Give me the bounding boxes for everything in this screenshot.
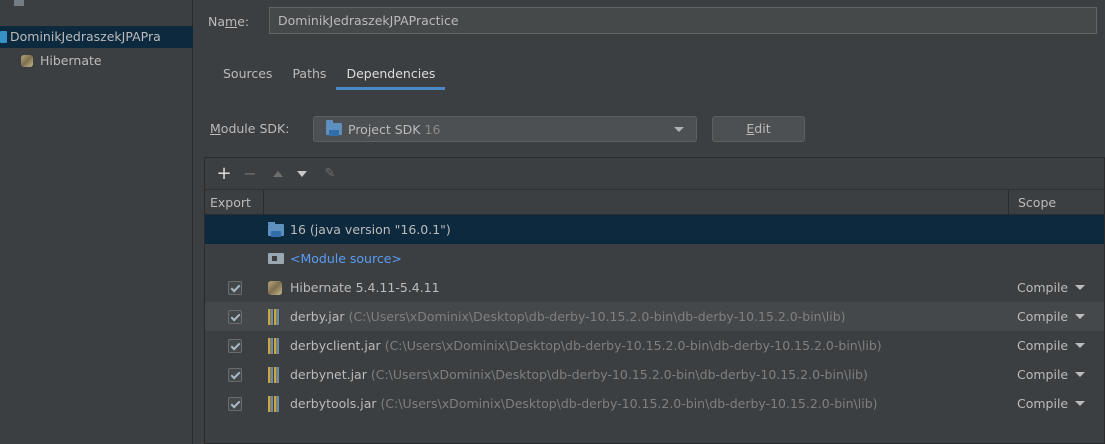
module-icon (0, 31, 7, 43)
scope-value: Compile (1017, 280, 1069, 295)
move-down-icon[interactable] (297, 170, 307, 177)
tree-item-module-label: DominikJedraszekJPAPra (10, 29, 161, 44)
jar-icon (268, 366, 280, 383)
dependency-name: derbynet.jar (290, 367, 367, 382)
dependency-path: (C:\Users\xDominix\Desktop\db-derby-10.1… (370, 367, 868, 382)
table-row[interactable]: derbyclient.jar (C:\Users\xDominix\Deskt… (205, 331, 1104, 360)
dependency-name: derbyclient.jar (290, 338, 381, 353)
chevron-down-icon (1075, 343, 1086, 348)
export-cell (205, 309, 264, 324)
scope-value: Compile (1017, 367, 1069, 382)
hibernate-icon (268, 280, 282, 295)
export-cell (205, 280, 264, 295)
move-up-icon[interactable] (273, 170, 283, 177)
table-row[interactable]: derbytools.jar (C:\Users\xDominix\Deskto… (205, 389, 1104, 418)
scope-dropdown[interactable]: Compile (1008, 367, 1104, 382)
dependency-name: Hibernate 5.4.11-5.4.11 (290, 280, 440, 295)
jar-icon (268, 337, 280, 354)
table-header: Export Scope (205, 190, 1104, 215)
dependency-name-cell: derbytools.jar (C:\Users\xDominix\Deskto… (264, 395, 1008, 412)
tab-sources[interactable]: Sources (213, 62, 282, 90)
export-checkbox[interactable] (227, 280, 242, 295)
sdk-folder-icon (326, 120, 342, 136)
export-checkbox[interactable] (227, 396, 242, 411)
tree-item-module[interactable]: DominikJedraszekJPAPra (0, 26, 193, 48)
scope-dropdown[interactable]: Compile (1008, 396, 1104, 411)
scope-value: Compile (1017, 338, 1069, 353)
module-source-icon (268, 253, 284, 264)
scope-value: Compile (1017, 309, 1069, 324)
table-row[interactable]: derbynet.jar (C:\Users\xDominix\Desktop\… (205, 360, 1104, 389)
dependency-name-cell: Hibernate 5.4.11-5.4.11 (264, 280, 1008, 295)
module-sdk-select[interactable]: Project SDK 16 (313, 116, 697, 142)
dependency-name: <Module source> (290, 251, 402, 266)
table-row[interactable]: derby.jar (C:\Users\xDominix\Desktop\db-… (205, 302, 1104, 331)
dependency-name-cell: 16 (java version "16.0.1") (264, 222, 1008, 237)
header-export[interactable]: Export (205, 190, 264, 214)
chevron-down-icon (1075, 372, 1086, 377)
tab-paths[interactable]: Paths (282, 62, 336, 90)
tree-top-node-icon (14, 0, 24, 6)
scope-value: Compile (1017, 396, 1069, 411)
dependency-name-cell: derbynet.jar (C:\Users\xDominix\Desktop\… (264, 366, 1008, 383)
dependency-path: (C:\Users\xDominix\Desktop\db-derby-10.1… (348, 309, 846, 324)
sdk-selected-name: Project SDK (348, 121, 421, 137)
module-tabs: Sources Paths Dependencies (213, 62, 446, 90)
header-scope[interactable]: Scope (1008, 190, 1104, 214)
module-sdk-row: Module SDK: (210, 113, 289, 143)
chevron-down-icon (1075, 401, 1086, 406)
export-checkbox[interactable] (227, 309, 242, 324)
module-settings-panel: Name: DominikJedraszekJPAPractice Source… (193, 0, 1105, 444)
dependency-name: derby.jar (290, 309, 345, 324)
header-name (264, 190, 1008, 214)
sdk-selected-version: 16 (424, 121, 441, 137)
export-cell (205, 367, 264, 382)
edit-pencil-icon[interactable]: ✎ (319, 163, 341, 185)
scope-dropdown[interactable]: Compile (1008, 309, 1104, 324)
dependencies-table: + − ✎ Export Scope 16 (java version "16.… (204, 157, 1105, 444)
jar-icon (268, 308, 280, 325)
dependency-path: (C:\Users\xDominix\Desktop\db-derby-10.1… (380, 396, 878, 411)
dependency-name: derbytools.jar (290, 396, 377, 411)
name-label: Name: (208, 13, 250, 29)
dependency-path: (C:\Users\xDominix\Desktop\db-derby-10.1… (384, 338, 882, 353)
table-row[interactable]: Hibernate 5.4.11-5.4.11 Compile (205, 273, 1104, 302)
table-row[interactable]: 16 (java version "16.0.1") (205, 215, 1104, 244)
dependency-name-cell: derby.jar (C:\Users\xDominix\Desktop\db-… (264, 308, 1008, 325)
chevron-down-icon (674, 127, 684, 132)
export-cell (205, 396, 264, 411)
tab-dependencies[interactable]: Dependencies (336, 62, 446, 90)
remove-icon[interactable]: − (239, 163, 261, 185)
jdk-folder-icon (268, 222, 284, 237)
jar-icon (268, 395, 280, 412)
module-tree: DominikJedraszekJPAPra Hibernate (0, 0, 193, 444)
dependency-name: 16 (java version "16.0.1") (290, 222, 451, 237)
tree-item-hibernate-label: Hibernate (40, 53, 102, 68)
dependency-name-cell: <Module source> (264, 251, 1008, 266)
export-checkbox[interactable] (227, 338, 242, 353)
export-cell (205, 338, 264, 353)
module-sdk-label: Module SDK: (210, 120, 290, 136)
hibernate-icon (20, 54, 34, 68)
dependencies-toolbar: + − ✎ (205, 158, 1104, 190)
scope-dropdown[interactable]: Compile (1008, 280, 1104, 295)
scope-dropdown[interactable]: Compile (1008, 338, 1104, 353)
tree-item-hibernate[interactable]: Hibernate (0, 50, 102, 72)
export-checkbox[interactable] (227, 367, 242, 382)
chevron-down-icon (1075, 285, 1086, 290)
table-row[interactable]: <Module source> (205, 244, 1104, 273)
chevron-down-icon (1075, 314, 1086, 319)
add-icon[interactable]: + (213, 163, 235, 185)
dependency-name-cell: derbyclient.jar (C:\Users\xDominix\Deskt… (264, 337, 1008, 354)
name-row: Name: (208, 8, 259, 34)
edit-sdk-button[interactable]: Edit (712, 116, 805, 142)
module-name-input[interactable]: DominikJedraszekJPAPractice (269, 7, 1097, 34)
